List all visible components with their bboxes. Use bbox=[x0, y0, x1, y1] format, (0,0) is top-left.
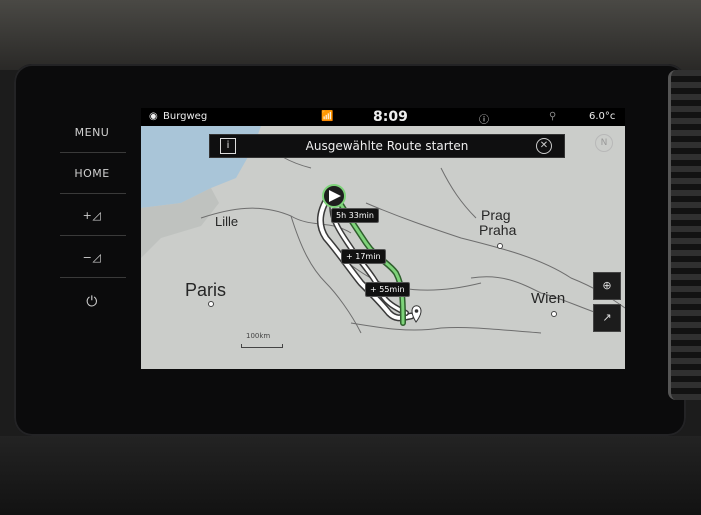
city-dot bbox=[208, 301, 214, 307]
dashboard-top bbox=[0, 0, 701, 70]
dashboard-bottom bbox=[0, 436, 701, 515]
air-vent bbox=[668, 70, 701, 400]
clock: 8:09 bbox=[373, 109, 408, 125]
map-view-button[interactable]: ⊕ bbox=[593, 272, 621, 300]
info-circle-icon: ⓘ bbox=[479, 115, 489, 126]
navigation-screen: ◉ Burgweg 📶 8:09 ⓘ ⚲ 6.0°c i Ausgewählte… bbox=[141, 108, 625, 369]
volume-up-button[interactable]: +◿ bbox=[58, 201, 126, 231]
status-bar: ◉ Burgweg 📶 8:09 ⓘ ⚲ 6.0°c bbox=[141, 108, 625, 126]
map-scale-bar bbox=[241, 344, 283, 348]
location-label: Burgweg bbox=[163, 111, 208, 122]
city-label-lille: Lille bbox=[215, 214, 239, 229]
city-dot bbox=[551, 311, 557, 317]
route-time-label[interactable]: + 17min bbox=[341, 249, 386, 264]
city-label-praha: Praha bbox=[479, 222, 517, 238]
location-icon: ⚲ bbox=[549, 111, 557, 122]
navigation-target-icon: ◉ bbox=[149, 111, 158, 122]
route-time-label[interactable]: 5h 33min bbox=[331, 208, 379, 223]
phone-signal-icon: 📶 bbox=[321, 111, 334, 122]
map-scale-label: 100km bbox=[246, 332, 271, 340]
compass-icon[interactable]: N bbox=[595, 134, 613, 152]
city-label-prag: Prag bbox=[481, 207, 511, 223]
volume-down-button[interactable]: −◿ bbox=[58, 243, 126, 273]
divider bbox=[60, 235, 126, 236]
city-dot bbox=[497, 243, 503, 249]
divider bbox=[60, 277, 126, 278]
divider bbox=[60, 152, 126, 153]
city-label-wien: Wien bbox=[531, 290, 566, 307]
temperature: 6.0°c bbox=[589, 111, 616, 122]
menu-button[interactable]: MENU bbox=[58, 118, 126, 148]
home-button[interactable]: HOME bbox=[58, 159, 126, 189]
route-options-button[interactable]: ↗ bbox=[593, 304, 621, 332]
route-time-label[interactable]: + 55min bbox=[365, 282, 410, 297]
divider bbox=[60, 193, 126, 194]
power-button[interactable]: ⏻ bbox=[58, 287, 126, 317]
route-banner[interactable]: i Ausgewählte Route starten ✕ bbox=[209, 134, 565, 158]
city-label-paris: Paris bbox=[185, 280, 227, 300]
banner-text: Ausgewählte Route starten bbox=[305, 139, 469, 153]
close-button[interactable]: ✕ bbox=[536, 138, 552, 154]
